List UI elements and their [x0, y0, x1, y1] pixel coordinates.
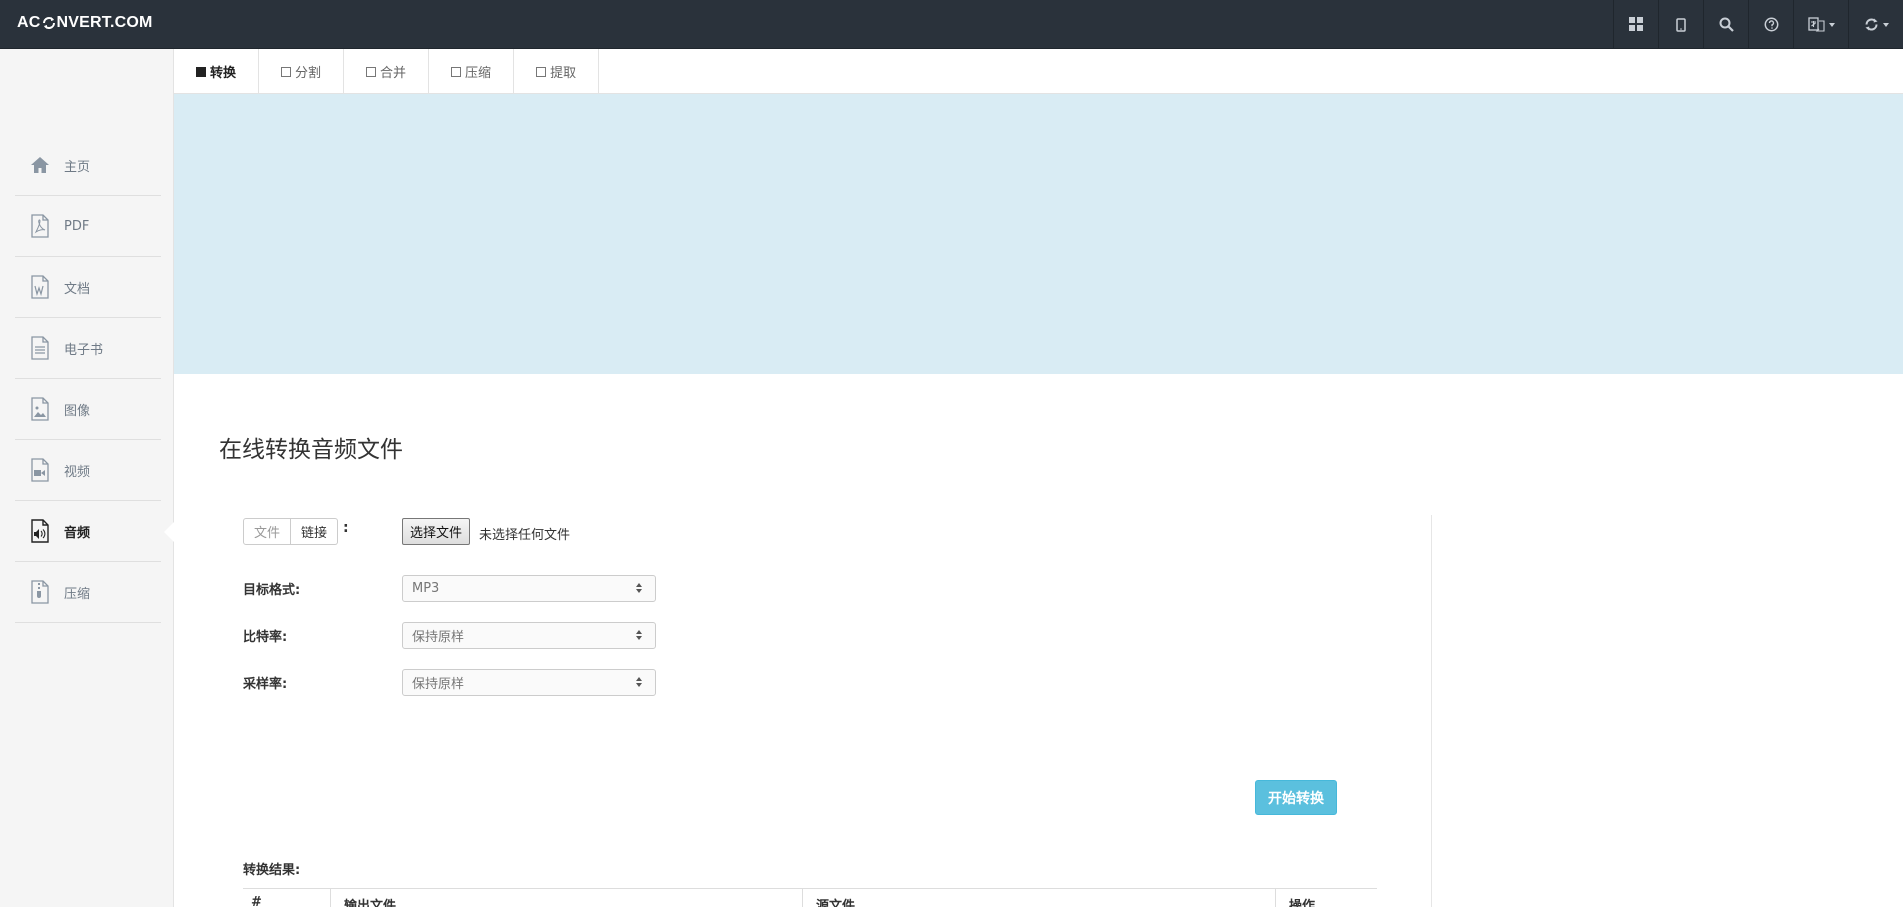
sidebar-item-ebook[interactable]: 电子书	[15, 318, 161, 379]
video-file-icon	[29, 457, 51, 483]
sidebar-item-label: 视频	[64, 464, 91, 480]
brand-logo[interactable]: AC NVERT.COM	[17, 14, 153, 32]
samplerate-value: 保持原样	[412, 677, 465, 692]
grid-button[interactable]	[1613, 0, 1658, 49]
no-file-text: 未选择任何文件	[479, 528, 571, 543]
source-toggle: 文件 链接	[243, 518, 339, 545]
sidebar-item-label: 文档	[64, 281, 91, 297]
tab-label: 分割	[295, 66, 322, 81]
page-title: 在线转换音频文件	[219, 437, 403, 463]
sidebar-item-label: 图像	[64, 403, 91, 419]
bitrate-value: 保持原样	[412, 630, 465, 645]
sidebar-item-label: 音频	[64, 525, 91, 541]
sidebar-item-audio[interactable]: 音频	[15, 501, 175, 562]
sidebar-item-document[interactable]: 文档	[15, 257, 161, 318]
language-dropdown[interactable]	[1793, 0, 1848, 49]
convert-form: 文件 链接 : 选择文件 未选择任何文件 目标格式: MP3 比特率: 保持原样…	[219, 515, 1432, 907]
pdf-file-icon	[29, 213, 51, 239]
language-icon	[1807, 17, 1825, 32]
results-header-source: 源文件	[816, 899, 856, 907]
samplerate-select[interactable]: 保持原样	[402, 669, 656, 696]
help-icon	[1764, 17, 1778, 32]
target-format-select[interactable]: MP3	[402, 575, 656, 602]
logo-refresh-icon	[42, 17, 55, 29]
sidebar-item-label: PDF	[64, 218, 90, 234]
sidebar-item-archive[interactable]: 压缩	[15, 562, 161, 623]
sidebar-item-image[interactable]: 图像	[15, 379, 161, 440]
sidebar-item-label: 电子书	[64, 342, 104, 358]
tab-label: 转换	[210, 66, 237, 81]
search-icon	[1719, 17, 1734, 32]
tool-tabs: 转换 分割 合并 压缩 提取	[174, 49, 1903, 94]
column-divider	[1275, 889, 1276, 907]
samplerate-label: 采样率:	[243, 677, 288, 692]
start-convert-button[interactable]: 开始转换	[1255, 780, 1337, 815]
sidebar-item-label: 主页	[64, 159, 91, 175]
grid-icon	[1628, 17, 1643, 31]
results-header-index: #	[251, 895, 262, 907]
chevron-down-icon	[1882, 22, 1889, 27]
text-file-icon	[29, 335, 51, 361]
brand-name-left: AC	[17, 14, 41, 31]
top-navbar: AC NVERT.COM	[0, 0, 1903, 49]
checkbox-empty-icon	[536, 66, 547, 77]
home-icon	[29, 152, 51, 178]
tab-label: 压缩	[465, 66, 492, 81]
results-header-output: 输出文件	[344, 899, 397, 907]
mobile-button[interactable]	[1658, 0, 1703, 49]
tab-split[interactable]: 分割	[259, 49, 345, 94]
sidebar: 主页 PDF 文档 电子书 图像 视频 音频 压缩	[0, 49, 175, 907]
search-button[interactable]	[1703, 0, 1748, 49]
sidebar-item-video[interactable]: 视频	[15, 440, 161, 501]
target-format-value: MP3	[412, 581, 440, 596]
select-arrows-icon	[636, 677, 642, 688]
checkbox-checked-icon	[196, 66, 206, 77]
word-file-icon	[29, 274, 51, 300]
sidebar-item-pdf[interactable]: PDF	[15, 196, 161, 257]
archive-file-icon	[29, 579, 51, 605]
sidebar-menu: 主页 PDF 文档 电子书 图像 视频 音频 压缩	[15, 135, 175, 623]
refresh-dropdown[interactable]	[1848, 0, 1903, 49]
bitrate-select[interactable]: 保持原样	[402, 622, 656, 649]
source-colon: :	[343, 520, 349, 536]
refresh-icon	[1865, 18, 1877, 31]
results-label: 转换结果:	[243, 863, 301, 878]
tab-merge[interactable]: 合并	[344, 49, 430, 94]
image-file-icon	[29, 396, 51, 422]
top-nav-icons	[1613, 0, 1903, 49]
source-link-tab[interactable]: 链接	[291, 518, 339, 545]
column-divider	[802, 889, 803, 907]
target-format-label: 目标格式:	[243, 583, 301, 598]
sidebar-item-label: 压缩	[64, 586, 91, 602]
sidebar-item-home[interactable]: 主页	[15, 135, 161, 196]
checkbox-empty-icon	[451, 66, 462, 77]
brand-name-right: NVERT.COM	[56, 14, 153, 31]
audio-file-icon	[29, 518, 51, 544]
tab-label: 提取	[550, 66, 577, 81]
mobile-icon	[1676, 17, 1686, 32]
results-header-actions: 操作	[1289, 899, 1316, 907]
select-arrows-icon	[636, 630, 642, 641]
select-arrows-icon	[636, 583, 642, 594]
chevron-down-icon	[1828, 22, 1835, 27]
help-button[interactable]	[1748, 0, 1793, 49]
tab-convert[interactable]: 转换	[174, 49, 260, 94]
ad-banner	[174, 94, 1903, 374]
tab-label: 合并	[380, 66, 407, 81]
bitrate-label: 比特率:	[243, 630, 288, 645]
tab-compress[interactable]: 压缩	[429, 49, 515, 94]
checkbox-empty-icon	[281, 66, 292, 77]
source-file-tab[interactable]: 文件	[243, 518, 292, 545]
choose-file-button[interactable]: 选择文件	[402, 518, 471, 545]
tab-extract[interactable]: 提取	[514, 49, 600, 94]
checkbox-empty-icon	[366, 66, 377, 77]
results-table: # 输出文件 源文件 操作	[243, 888, 1377, 907]
column-divider	[330, 889, 331, 907]
